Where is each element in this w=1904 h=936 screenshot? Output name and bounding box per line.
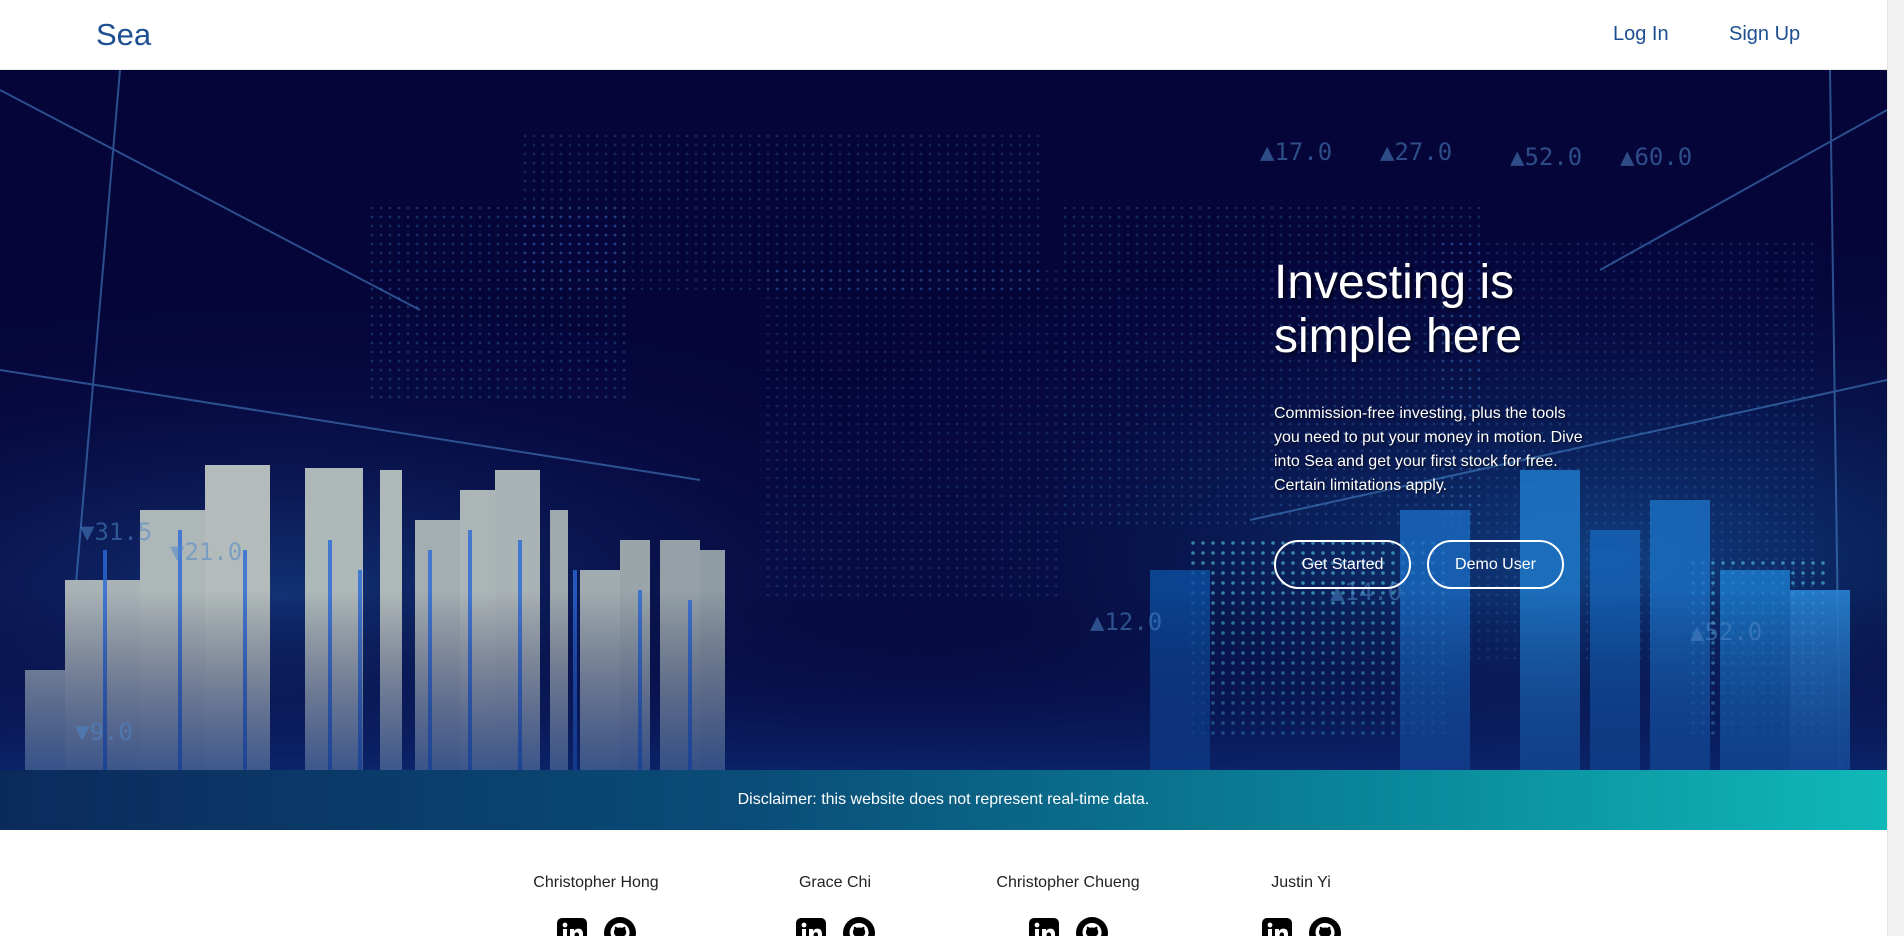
demo-user-button[interactable]: Demo User xyxy=(1427,540,1564,589)
linkedin-icon[interactable] xyxy=(794,916,828,936)
hero-section: ▲17.0 ▲27.0 ▲52.0 ▲60.0 ▲52.0 ▲12.0 ▼21.0 ▼31.5… xyxy=(0,70,1887,770)
logo[interactable]: Sea xyxy=(96,17,151,53)
team-member-name: Grace Chi xyxy=(798,874,872,891)
team-member-name: Christopher Hong xyxy=(533,874,659,891)
disclaimer-text: Disclaimer: this website does not repres… xyxy=(737,791,1150,808)
ticker-label: ▲52.0 xyxy=(1690,618,1762,646)
ticker-label: ▼21.0 xyxy=(170,538,242,566)
signup-link[interactable]: Sign Up xyxy=(1729,23,1800,46)
navbar: Sea Log In Sign Up xyxy=(0,0,1887,70)
team-footer: Christopher Hong Grace Chi Christopher C… xyxy=(0,830,1887,936)
github-icon[interactable] xyxy=(842,916,876,936)
team-member-card: Christopher Chueng xyxy=(968,874,1168,936)
ticker-label: ▲60.0 xyxy=(1620,143,1692,171)
hero-description: Commission-free investing, plus the tool… xyxy=(1274,405,1583,494)
scrollbar[interactable] xyxy=(1887,0,1904,936)
team-member-name: Christopher Chueng xyxy=(996,874,1140,891)
team-member-name: Justin Yi xyxy=(1271,874,1331,891)
github-icon[interactable] xyxy=(603,916,637,936)
team-member-card: Justin Yi xyxy=(1201,874,1401,936)
page: Sea Log In Sign Up ▲17.0 ▲27.0 ▲52.0 ▲60… xyxy=(0,0,1904,936)
ticker-label: ▲17.0 xyxy=(1260,138,1332,166)
ticker-label: ▼9.0 xyxy=(75,718,133,746)
ticker-label: ▲27.0 xyxy=(1380,138,1452,166)
ticker-label: ▼31.5 xyxy=(80,518,152,546)
github-icon[interactable] xyxy=(1075,916,1109,936)
team-member-card: Grace Chi xyxy=(735,874,935,936)
ticker-label: ▲52.0 xyxy=(1510,143,1582,171)
linkedin-icon[interactable] xyxy=(1260,916,1294,936)
disclaimer-banner: Disclaimer: this website does not repres… xyxy=(0,770,1887,830)
team-member-card: Christopher Hong xyxy=(496,874,696,936)
hero-content: Investing is simple here Commission-free… xyxy=(1274,256,1614,589)
linkedin-icon[interactable] xyxy=(555,916,589,936)
ticker-label: ▲12.0 xyxy=(1090,608,1162,636)
login-link[interactable]: Log In xyxy=(1613,23,1669,46)
hero-buttons: Get Started Demo User xyxy=(1274,540,1614,589)
hero-title: Investing is simple here xyxy=(1274,256,1523,363)
github-icon[interactable] xyxy=(1308,916,1342,936)
get-started-button[interactable]: Get Started xyxy=(1274,540,1411,589)
linkedin-icon[interactable] xyxy=(1027,916,1061,936)
